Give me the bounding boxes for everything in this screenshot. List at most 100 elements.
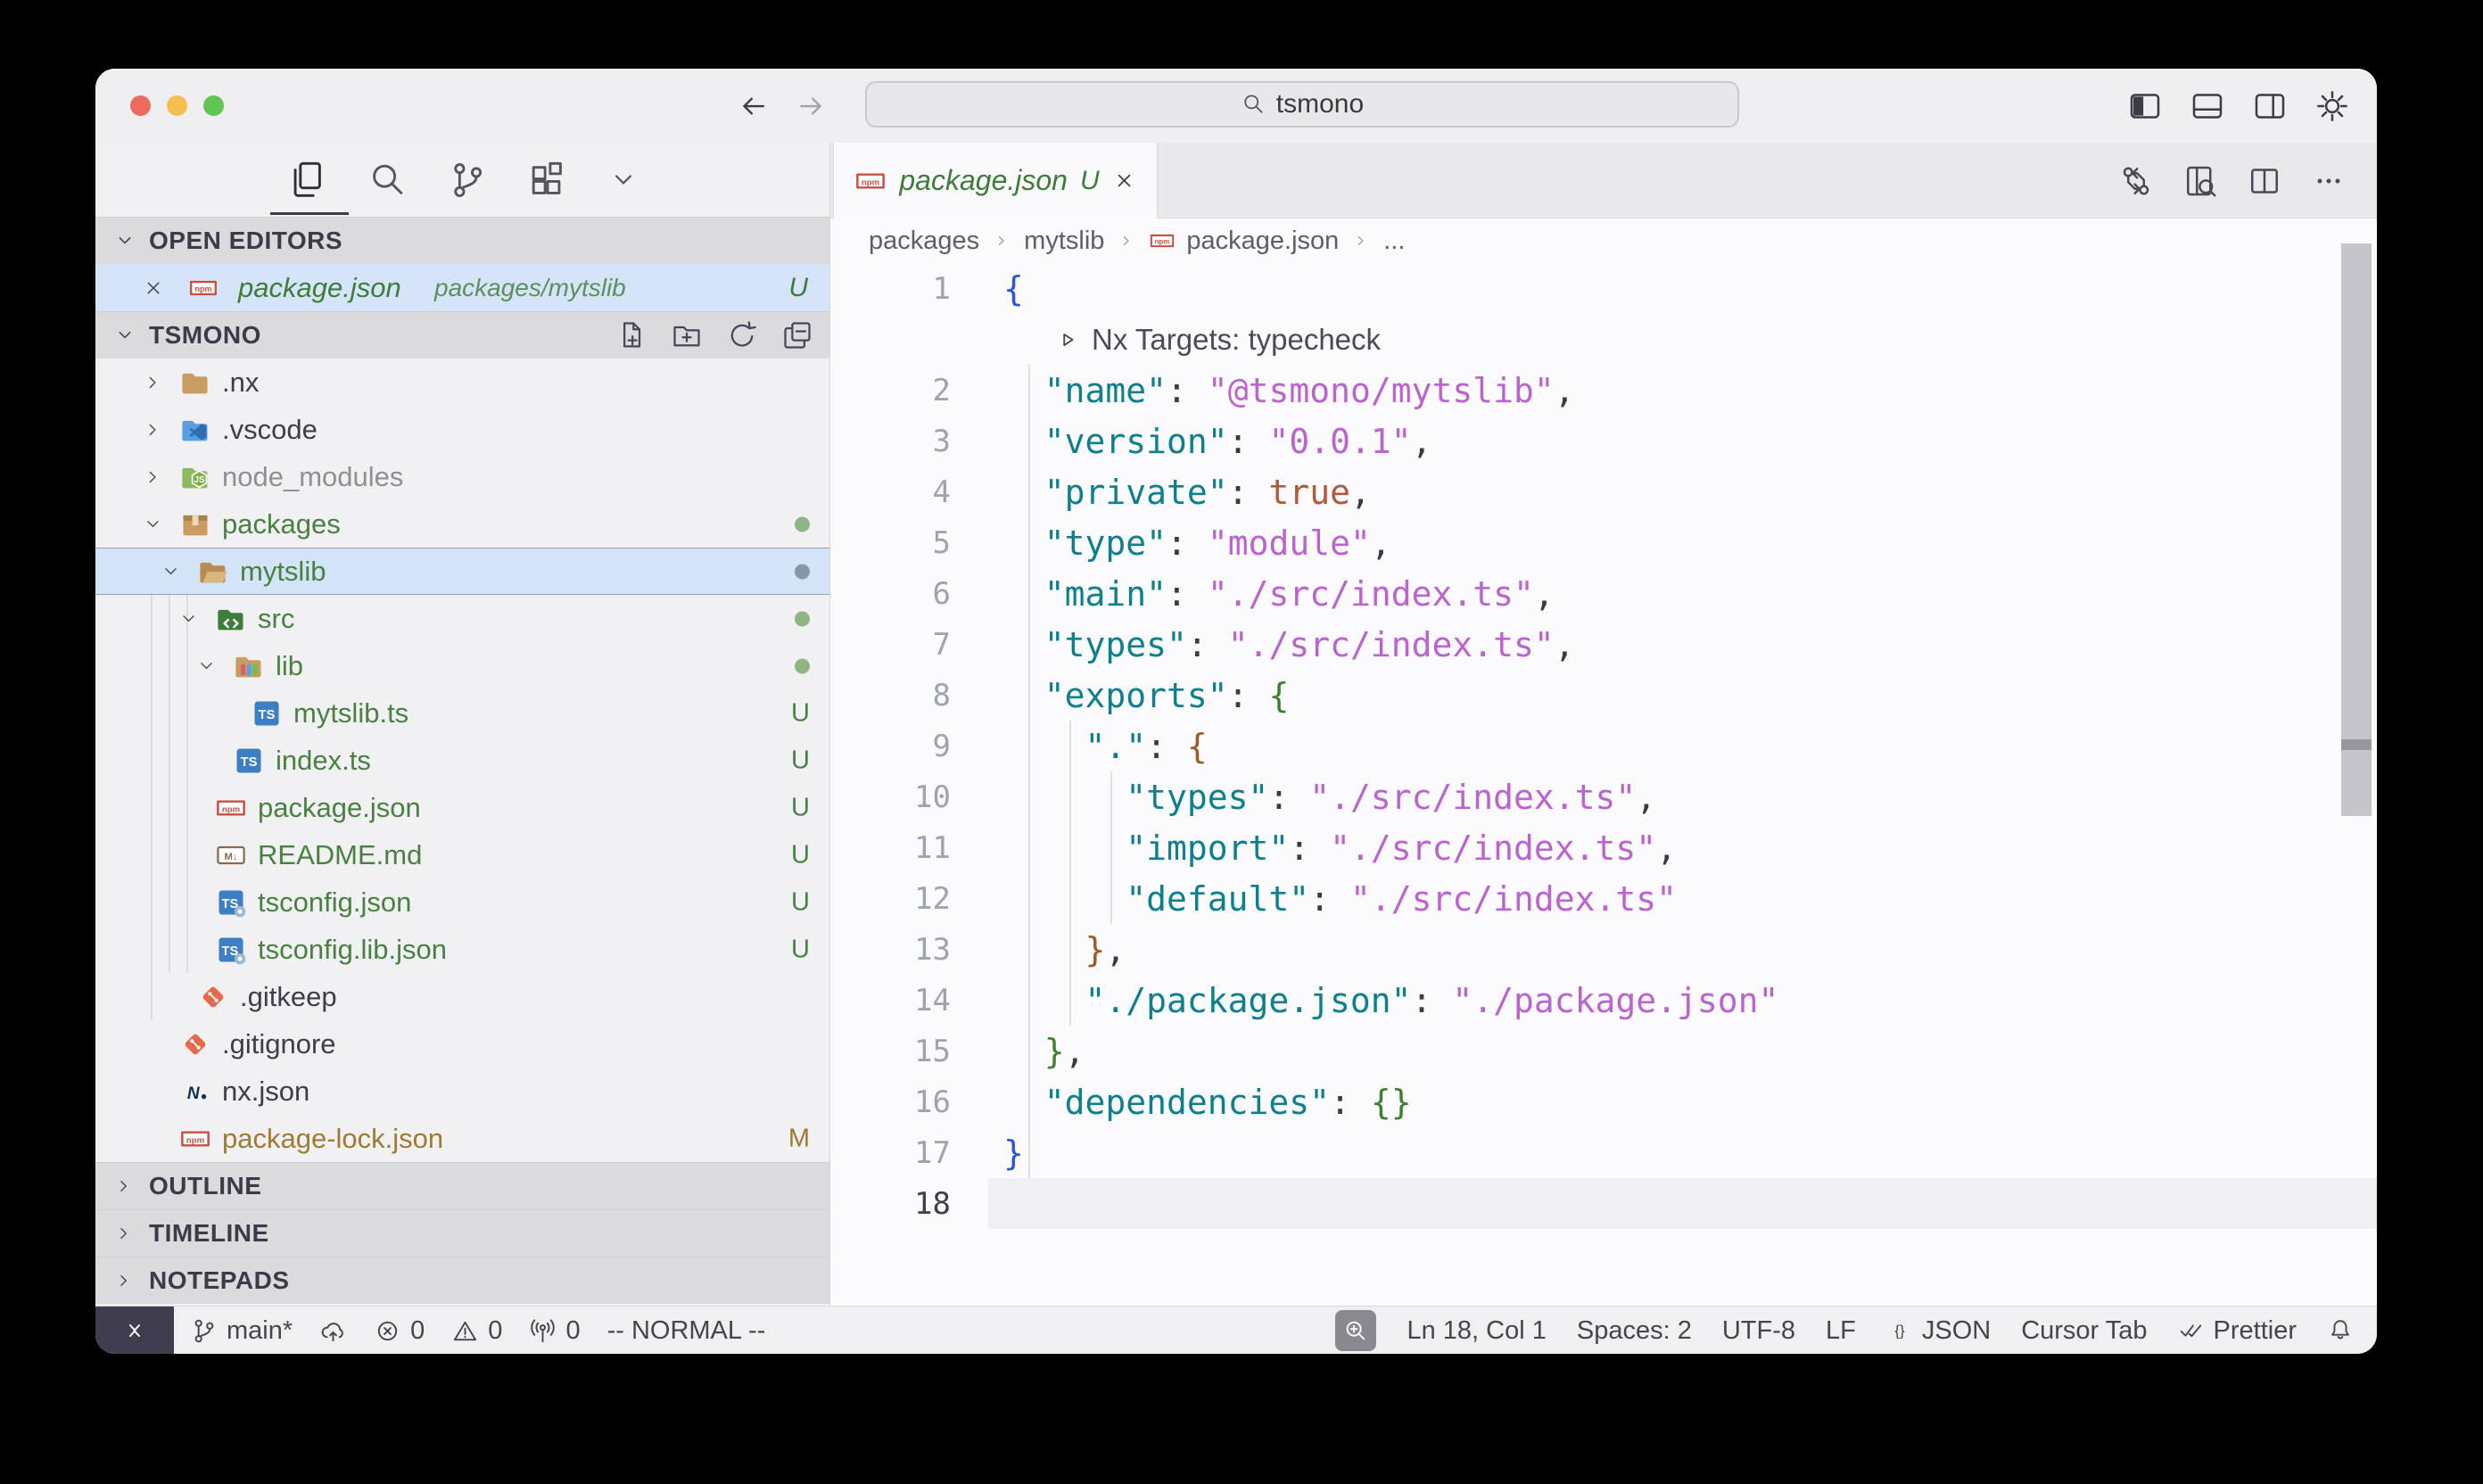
code-line-4[interactable]: 4 "private": true, — [830, 466, 2377, 517]
chevron-right-icon[interactable] — [142, 466, 164, 488]
panel-bottom-icon[interactable] — [2190, 88, 2225, 124]
activity-search-icon[interactable] — [367, 160, 408, 201]
tree-item--nx[interactable]: .nx — [95, 359, 829, 406]
statusbar-encoding[interactable]: UTF-8 — [1722, 1316, 1795, 1346]
chevron-down-icon[interactable] — [177, 607, 200, 630]
minimize-window-button[interactable] — [167, 95, 187, 116]
statusbar-formatter[interactable]: Prettier — [2178, 1316, 2297, 1346]
statusbar-git-branch[interactable]: main* — [190, 1316, 293, 1346]
more-actions-icon[interactable] — [2311, 163, 2347, 199]
statusbar-screencast-zoom[interactable] — [1335, 1310, 1376, 1351]
open-editor-item[interactable]: npm package.json packages/mytslib U — [95, 264, 829, 311]
tree-item-readme-md[interactable]: M↓README.mdU — [95, 831, 829, 878]
statusbar-eol[interactable]: LF — [1826, 1316, 1856, 1346]
statusbar-language-mode[interactable]: {}JSON — [1886, 1316, 1991, 1346]
statusbar-cursor-position[interactable]: Ln 18, Col 1 — [1406, 1316, 1546, 1346]
code-line-15[interactable]: 15 }, — [830, 1026, 2377, 1076]
navigate-back-button[interactable] — [736, 89, 770, 123]
breadcrumb-item[interactable]: ... — [1383, 227, 1405, 256]
section-header-timeline[interactable]: TIMELINE — [95, 1209, 829, 1257]
active-view-underline — [270, 212, 349, 215]
tree-item-nx-json[interactable]: Nnx.json — [95, 1068, 829, 1115]
chevron-down-icon[interactable] — [195, 655, 218, 677]
code-editor[interactable]: 1{ Nx Targets: typecheck 2 "name": "@tsmon… — [830, 263, 2377, 1306]
remote-indicator[interactable] — [95, 1307, 174, 1354]
statusbar-vim-mode[interactable]: -- NORMAL -- — [607, 1316, 766, 1346]
code-line-18[interactable]: 18 — [830, 1178, 2377, 1229]
tree-item-packages[interactable]: packages — [95, 500, 829, 548]
command-center-search[interactable]: tsmono — [865, 81, 1739, 128]
gear-icon[interactable] — [2314, 88, 2350, 124]
tree-item--gitkeep[interactable]: .gitkeep — [95, 973, 829, 1020]
refresh-icon[interactable] — [726, 319, 758, 351]
code-line-text: "types": "./src/index.ts", — [988, 619, 2377, 670]
tree-item-lib[interactable]: lib — [95, 642, 829, 689]
tree-item-mytslib[interactable]: mytslib — [95, 548, 829, 595]
activity-explorer-icon[interactable] — [286, 160, 327, 201]
tree-item--vscode[interactable]: .vscode — [95, 406, 829, 453]
close-window-button[interactable] — [130, 95, 151, 116]
section-header-notepads[interactable]: NOTEPADS — [95, 1257, 829, 1304]
zoom-window-button[interactable] — [203, 95, 224, 116]
code-line-16[interactable]: 16 "dependencies": {} — [830, 1076, 2377, 1127]
activity-extensions-icon[interactable] — [527, 160, 568, 201]
panel-right-icon[interactable] — [2252, 88, 2288, 124]
open-editors-header[interactable]: OPEN EDITORS — [95, 217, 829, 264]
activity-more-icon[interactable] — [607, 164, 639, 196]
tree-item-tsconfig-lib-json[interactable]: TStsconfig.lib.jsonU — [95, 926, 829, 973]
codelens-label[interactable]: Nx Targets: typecheck — [1092, 323, 1381, 357]
tree-item-index-ts[interactable]: TSindex.tsU — [95, 737, 829, 784]
code-line-13[interactable]: 13 }, — [830, 924, 2377, 975]
statusbar-errors[interactable]: 0 — [374, 1316, 425, 1346]
statusbar-ports[interactable]: 0 — [529, 1316, 580, 1346]
tree-item-mytslib-ts[interactable]: TSmytslib.tsU — [95, 689, 829, 737]
tree-item--gitignore[interactable]: .gitignore — [95, 1020, 829, 1068]
chevron-right-icon[interactable] — [142, 418, 164, 441]
editor-scrollbar[interactable] — [2341, 243, 2372, 816]
statusbar-publish-changes[interactable] — [319, 1317, 347, 1345]
breadcrumb-item[interactable]: mytslib — [1024, 227, 1104, 256]
compare-changes-icon[interactable] — [2118, 163, 2154, 199]
tree-item-package-json[interactable]: npmpackage.jsonU — [95, 784, 829, 831]
collapse-all-icon[interactable] — [781, 319, 813, 351]
tree-item-node-modules[interactable]: JSnode_modules — [95, 453, 829, 500]
code-line-2[interactable]: 2 "name": "@tsmono/mytslib", — [830, 365, 2377, 416]
chevron-down-icon[interactable] — [160, 560, 182, 582]
statusbar-notifications[interactable] — [2327, 1317, 2354, 1344]
code-line-1[interactable]: 1{ — [830, 263, 2377, 314]
statusbar-warnings[interactable]: 0 — [451, 1316, 502, 1346]
code-line-7[interactable]: 7 "types": "./src/index.ts", — [830, 619, 2377, 670]
open-preview-icon[interactable] — [2182, 163, 2218, 199]
run-target-icon[interactable] — [1054, 326, 1081, 353]
close-editor-icon[interactable] — [142, 276, 165, 300]
code-line-14[interactable]: 14 "./package.json": "./package.json" — [830, 975, 2377, 1026]
statusbar-indentation[interactable]: Spaces: 2 — [1577, 1316, 1692, 1346]
code-line-10[interactable]: 10 "types": "./src/index.ts", — [830, 771, 2377, 822]
breadcrumb-item[interactable]: npmpackage.json — [1149, 227, 1339, 256]
panel-left-icon[interactable] — [2127, 88, 2163, 124]
chevron-down-icon[interactable] — [142, 513, 164, 535]
new-file-icon[interactable] — [615, 319, 648, 351]
code-line-6[interactable]: 6 "main": "./src/index.ts", — [830, 568, 2377, 619]
chevron-right-icon[interactable] — [142, 371, 164, 393]
new-folder-icon[interactable] — [671, 319, 703, 351]
statusbar-cursor-tab[interactable]: Cursor Tab — [2021, 1316, 2147, 1346]
code-line-9[interactable]: 9 ".": { — [830, 721, 2377, 771]
section-header-outline[interactable]: OUTLINE — [95, 1162, 829, 1209]
workspace-header[interactable]: TSMONO — [95, 311, 829, 359]
breadcrumb-item[interactable]: packages — [869, 227, 979, 256]
code-line-5[interactable]: 5 "type": "module", — [830, 517, 2377, 568]
close-tab-icon[interactable] — [1112, 169, 1136, 193]
tree-item-src[interactable]: src — [95, 595, 829, 642]
tree-item-package-lock-json[interactable]: npmpackage-lock.jsonM — [95, 1115, 829, 1162]
tab-package-json[interactable]: npm package.json U — [833, 143, 1158, 218]
code-line-3[interactable]: 3 "version": "0.0.1", — [830, 416, 2377, 466]
tree-item-tsconfig-json[interactable]: TStsconfig.jsonU — [95, 878, 829, 926]
code-line-8[interactable]: 8 "exports": { — [830, 670, 2377, 721]
code-line-17[interactable]: 17} — [830, 1127, 2377, 1178]
activity-source-control-icon[interactable] — [447, 160, 488, 201]
code-line-11[interactable]: 11 "import": "./src/index.ts", — [830, 822, 2377, 873]
code-line-12[interactable]: 12 "default": "./src/index.ts" — [830, 873, 2377, 924]
split-editor-icon[interactable] — [2247, 163, 2282, 199]
navigate-forward-button[interactable] — [795, 89, 829, 123]
